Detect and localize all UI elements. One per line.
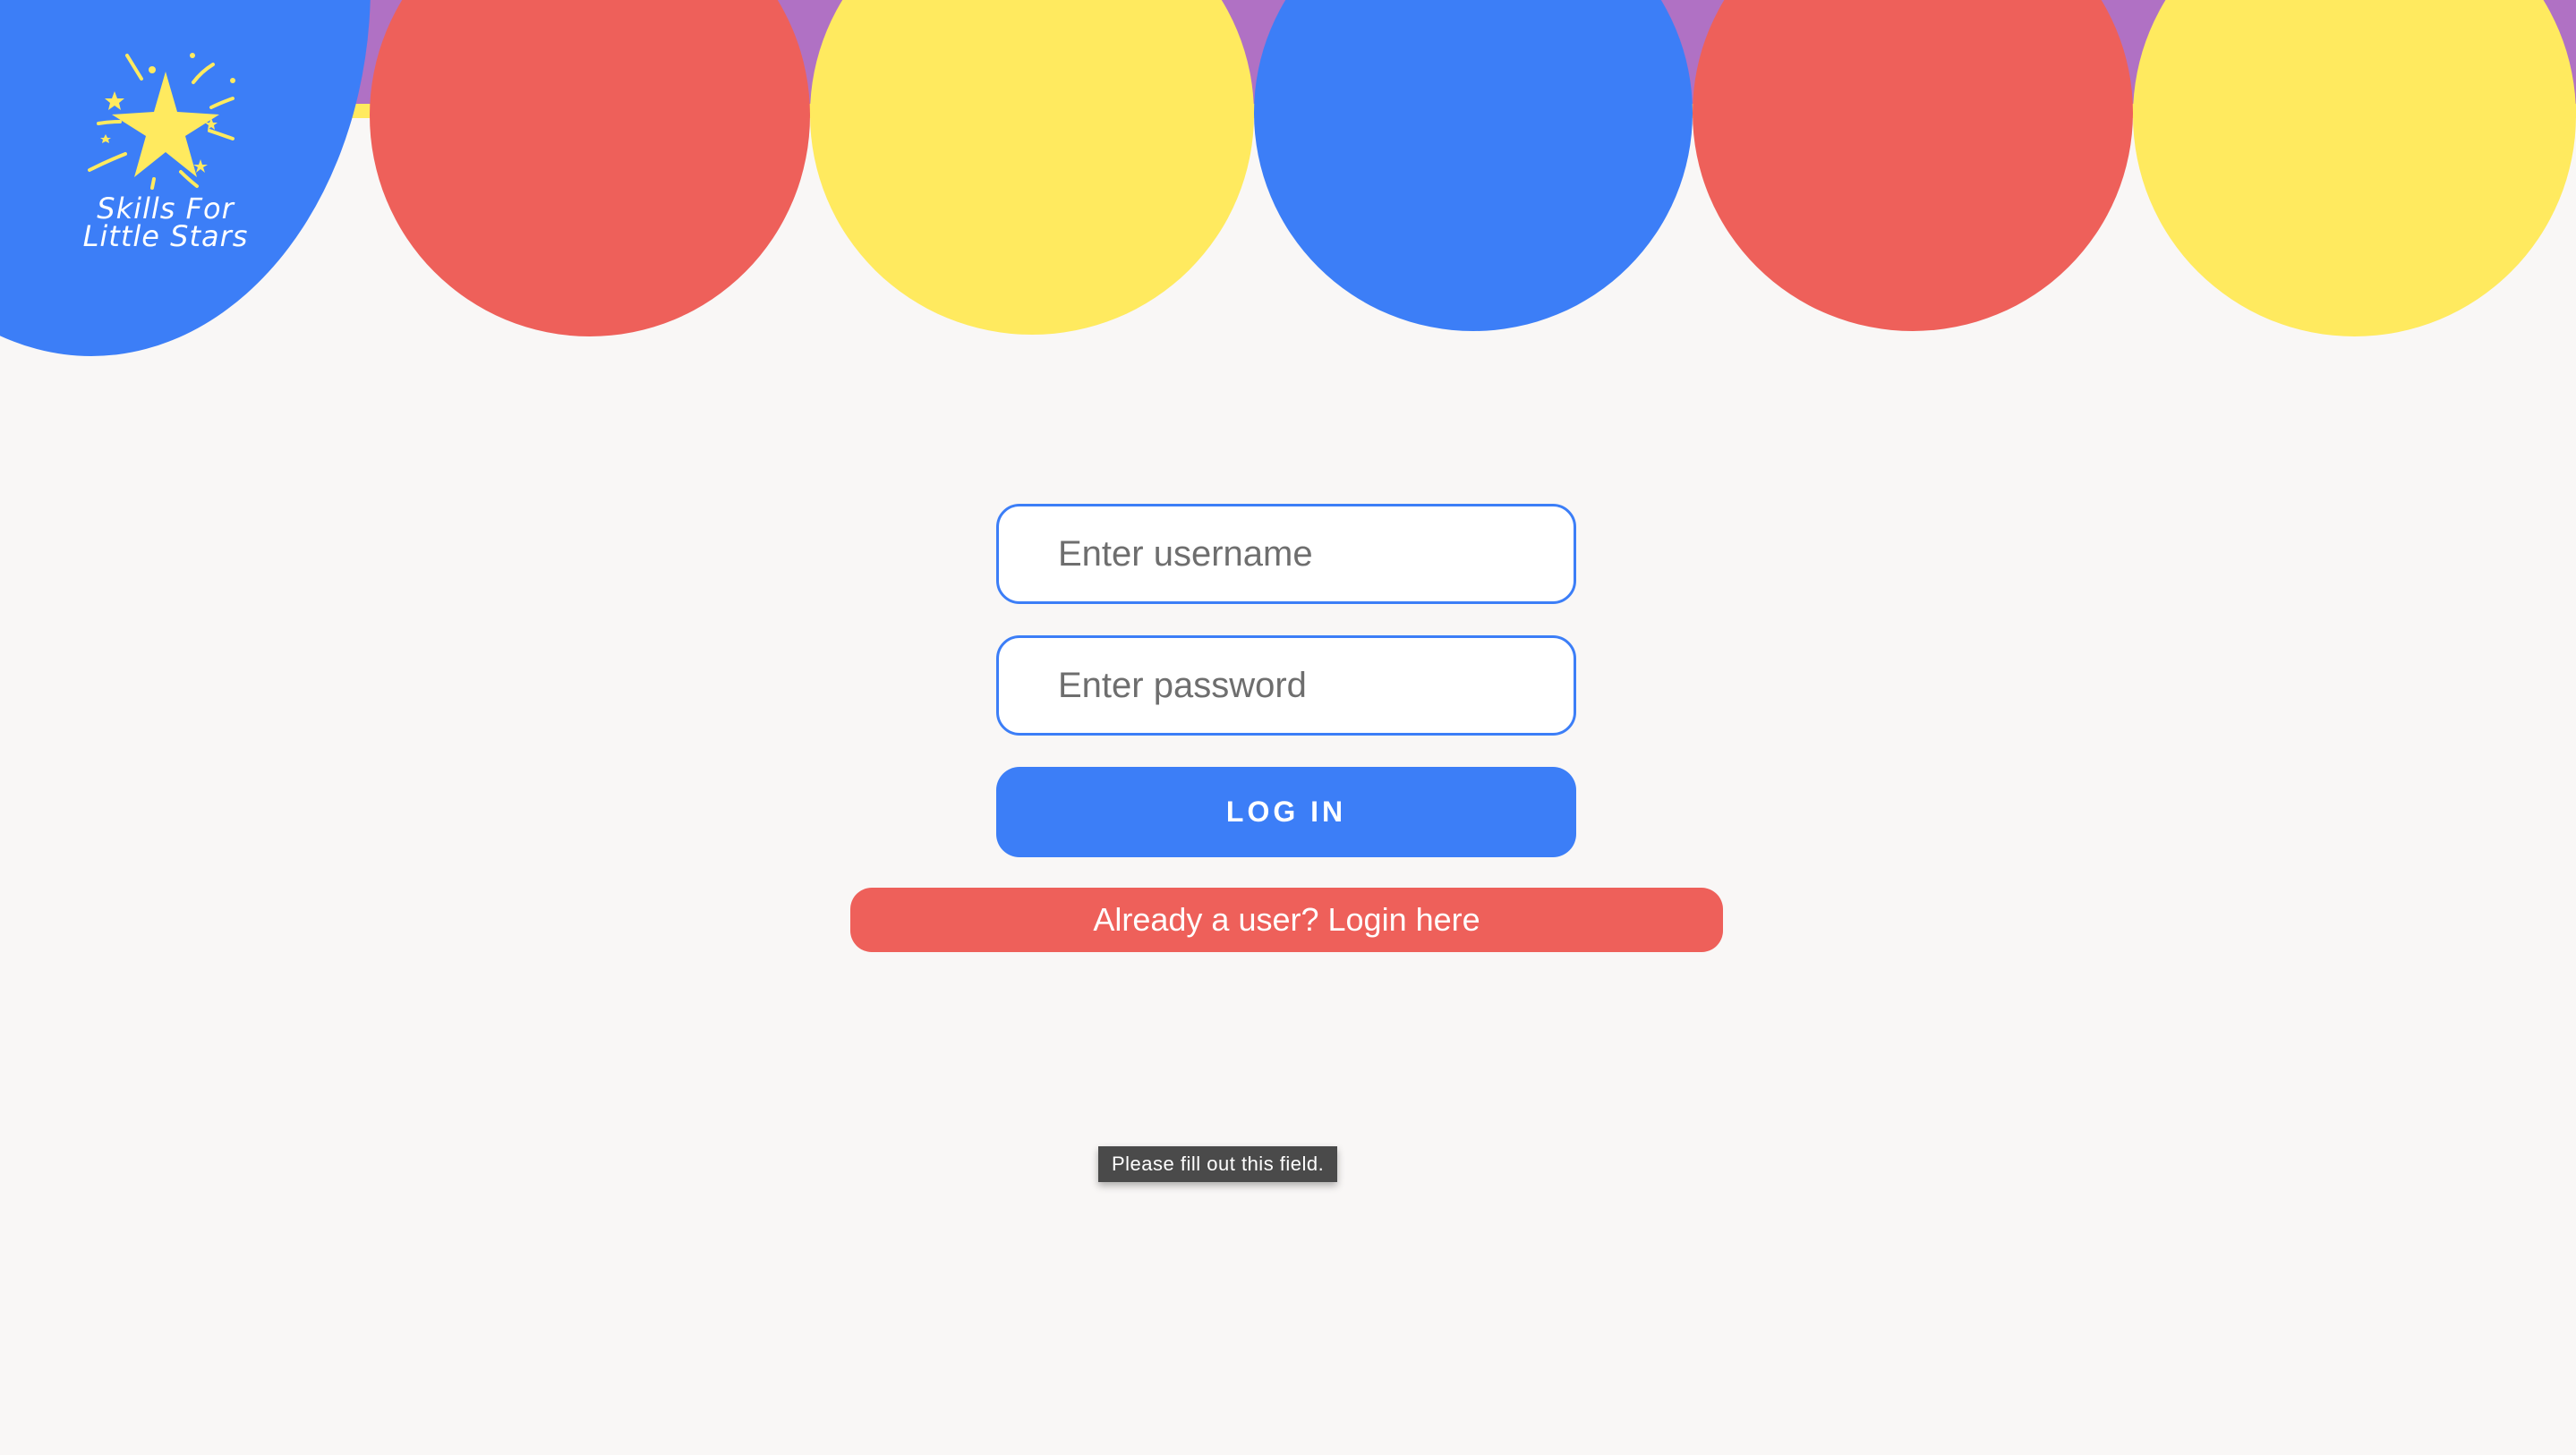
password-input[interactable] [996, 635, 1576, 736]
brand-name: Skills For Little Stars [54, 194, 277, 253]
star-burst-icon [88, 53, 235, 190]
username-input[interactable] [996, 504, 1576, 604]
login-button[interactable]: LOG IN [996, 767, 1576, 857]
login-page: Skills For Little Stars LOG IN Already a… [0, 0, 2576, 1455]
already-user-login-link[interactable]: Already a user? Login here [850, 888, 1723, 952]
brand-logo[interactable]: Skills For Little Stars [54, 45, 277, 260]
validation-tooltip: Please fill out this field. [1098, 1146, 1338, 1182]
brand-name-line-2: Little Stars [82, 219, 249, 253]
